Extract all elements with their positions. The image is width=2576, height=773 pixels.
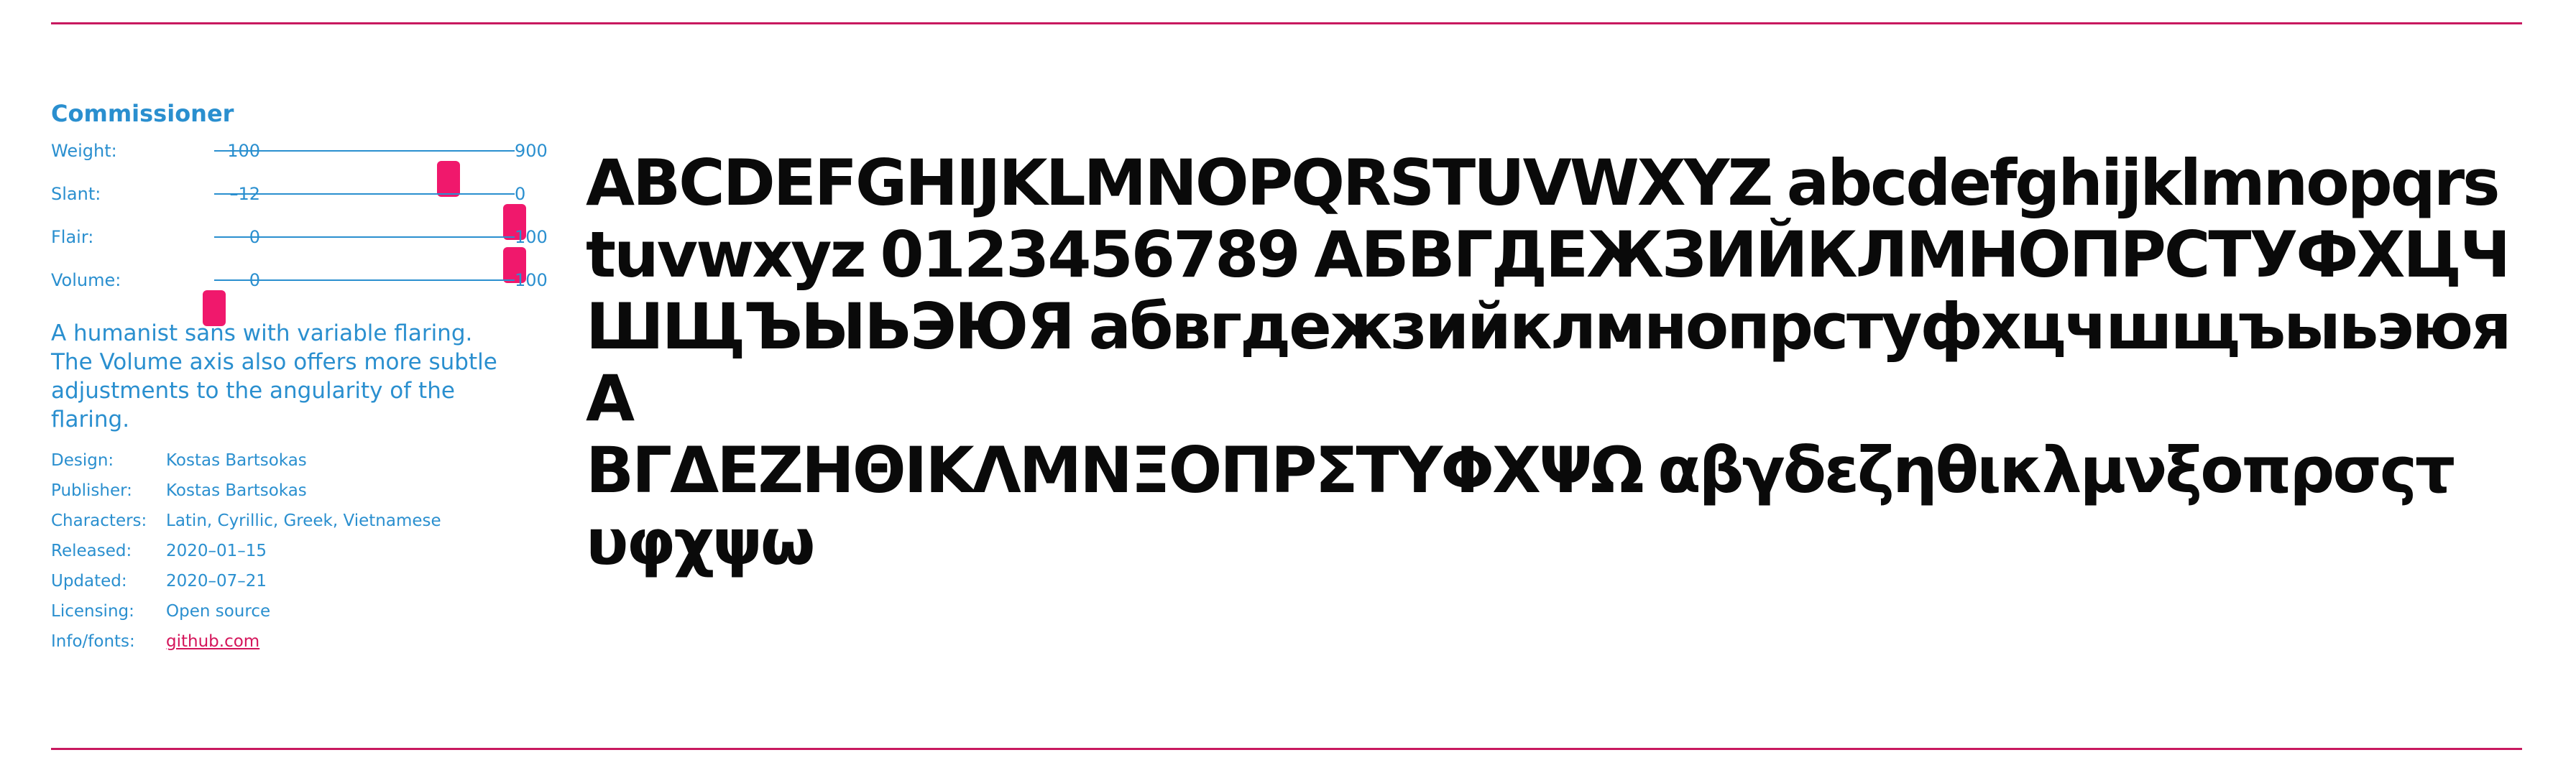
github-link[interactable]: github.com [166,626,259,657]
meta-key: Design: [51,451,114,470]
meta-value: Latin, Cyrillic, Greek, Vietnamese [166,512,441,530]
meta-key: Characters: [51,512,147,530]
axis-controls: Weight: 100 900 Slant: –12 0 Flair: 0 10… [51,129,548,326]
axis-max-value: 900 [515,141,548,161]
meta-key: Released: [51,542,132,560]
font-description: A humanist sans with variable flaring. T… [51,320,497,432]
axis-max-value: 100 [515,227,548,247]
meta-row-design: Design: Kostas Bartsokas [51,445,525,476]
axis-max-value: 100 [515,270,548,290]
axis-row-flair: Flair: 0 100 [51,216,548,283]
meta-row-released: Released: 2020–01–15 [51,536,525,566]
specimen-line: υφχψω [586,505,815,579]
slant-slider-track[interactable] [214,193,526,240]
axis-label: Flair: [51,227,94,247]
meta-row-characters: Characters: Latin, Cyrillic, Greek, Viet… [51,506,525,536]
bottom-divider [51,748,2522,750]
specimen-line: tuvwxyz 0123456789 АБВГДЕЖЗИЙКЛМНОПРСТУФ… [586,218,2511,292]
meta-row-publisher: Publisher: Kostas Bartsokas [51,476,525,506]
meta-value: 2020–07–21 [166,572,267,591]
axis-max-value: 0 [515,184,526,204]
axis-label: Weight: [51,141,117,161]
meta-key: Info/fonts: [51,632,135,651]
axis-label: Slant: [51,184,101,204]
meta-row-info: Info/fonts: github.com [51,626,525,657]
font-metadata: Design: Kostas Bartsokas Publisher: Kost… [51,445,525,657]
top-divider [51,22,2522,24]
meta-row-licensing: Licensing: Open source [51,596,525,626]
meta-row-updated: Updated: 2020–07–21 [51,566,525,596]
meta-value: Kostas Bartsokas [166,451,307,470]
meta-value: Kostas Bartsokas [166,481,307,500]
meta-key: Licensing: [51,602,134,621]
specimen-line: ШЩЪЫЬЭЮЯ абвгдежзийклмнопрстуфхцчшщъыьэю… [586,290,2512,435]
axis-row-weight: Weight: 100 900 [51,129,548,197]
specimen-line: ΒΓΔΕΖΗΘΙΚΛΜΝΞΟΠΡΣΤΥΦΧΨΩ αβγδεζηθικλμνξοπ… [586,433,2455,507]
axis-row-slant: Slant: –12 0 [51,172,526,240]
weight-slider-track[interactable] [214,150,515,197]
meta-value: 2020–01–15 [166,542,267,560]
volume-slider-thumb[interactable] [203,290,226,326]
volume-slider-track[interactable] [203,279,515,326]
specimen-line: ABCDEFGHIJKLMNOPQRSTUVWXYZ abcdefghijklm… [586,146,2501,220]
meta-key: Publisher: [51,481,132,500]
meta-value: Open source [166,602,271,621]
font-info-panel: Commissioner Weight: 100 900 Slant: –12 … [51,86,548,657]
meta-key: Updated: [51,572,127,591]
axis-label: Volume: [51,270,121,290]
axis-row-volume: Volume: 0 100 [51,259,548,326]
font-name: Commissioner [51,100,234,127]
glyph-specimen: ABCDEFGHIJKLMNOPQRSTUVWXYZ abcdefghijklm… [586,147,2526,578]
flair-slider-track[interactable] [214,236,526,283]
